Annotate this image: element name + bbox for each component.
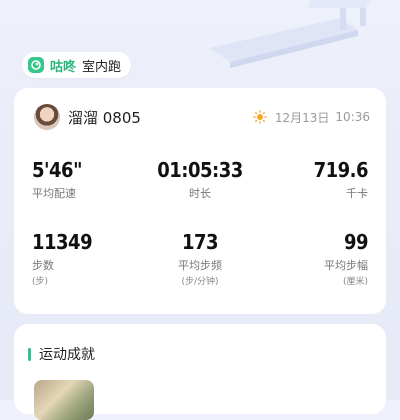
- workout-date: 12月13日: [274, 110, 330, 125]
- avatar[interactable]: [34, 104, 60, 130]
- stat-unit: (步/分钟): [181, 277, 219, 287]
- sun-icon: [253, 110, 267, 124]
- stat-value: 719.6: [313, 158, 369, 182]
- workout-summary-card: 溜溜 0805 12月13日 10:36 5'46" 平均配速 01:05:33…: [14, 88, 386, 314]
- stat-value: 99: [343, 230, 369, 254]
- achievement-thumbnail[interactable]: [34, 380, 94, 420]
- stat-cadence: 173 平均步频 (步/分钟): [150, 230, 250, 287]
- treadmill-illustration: [210, 0, 370, 68]
- stat-label: 平均配速: [32, 187, 76, 200]
- gudong-logo-icon: [28, 57, 44, 73]
- stat-unit: (步): [32, 277, 49, 287]
- activity-type-badge: 咕咚 室内跑: [22, 52, 132, 78]
- section-accent-bar: [28, 347, 31, 361]
- stat-value: 11349: [32, 230, 93, 254]
- stat-label: 平均步频: [178, 259, 222, 272]
- stat-value: 01:05:33: [157, 158, 243, 182]
- stat-label: 步数: [32, 259, 54, 272]
- stat-pace: 5'46" 平均配速: [32, 158, 82, 201]
- achievements-card: 运动成就: [14, 324, 386, 420]
- stat-value: 173: [181, 230, 219, 254]
- stat-duration: 01:05:33 时长: [150, 158, 250, 201]
- user-row: 溜溜 0805 12月13日 10:36: [34, 102, 370, 132]
- achievements-title: 运动成就: [39, 347, 95, 363]
- stat-label: 千卡: [346, 187, 368, 200]
- activity-mode: 室内跑: [82, 59, 122, 75]
- section-title: 运动成就: [28, 344, 95, 364]
- workout-time: 10:36: [335, 110, 370, 124]
- stat-steps: 11349 步数 (步): [32, 230, 93, 287]
- stat-unit: (厘米): [342, 277, 368, 287]
- brand-name: 咕咚: [50, 59, 77, 75]
- stat-calories: 719.6 千卡: [313, 158, 369, 201]
- stat-label: 时长: [189, 187, 211, 200]
- username: 溜溜 0805: [68, 108, 141, 127]
- stat-label: 平均步幅: [324, 259, 368, 272]
- stat-value: 5'46": [32, 158, 82, 182]
- stat-stride: 99 平均步幅 (厘米): [324, 230, 369, 287]
